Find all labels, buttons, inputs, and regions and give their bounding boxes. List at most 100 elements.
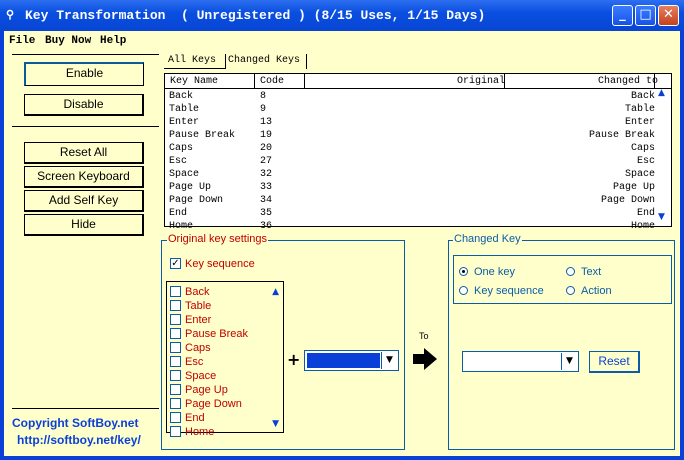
original-key-item[interactable]: Pause Break xyxy=(170,327,248,342)
checkbox-icon[interactable] xyxy=(170,355,181,367)
target-key-dropdown[interactable]: ▼ xyxy=(462,351,579,372)
reset-button[interactable]: Reset xyxy=(589,351,640,373)
cell-key-name: Home xyxy=(169,221,194,232)
scroll-up-icon[interactable]: ▲ xyxy=(272,287,279,297)
copyright-text: Copyright SoftBoy.net xyxy=(12,416,139,430)
window-title: Key Transformation ( Unregistered ) (8/1… xyxy=(25,8,486,23)
header-divider xyxy=(504,74,505,89)
menu-file[interactable]: File xyxy=(9,35,35,47)
cell-code: 27 xyxy=(260,156,273,167)
table-scrollbar[interactable]: ▲ ▼ xyxy=(655,74,671,226)
close-button[interactable]: ✕ xyxy=(658,5,679,26)
cell-code: 19 xyxy=(260,130,273,141)
scroll-down-icon[interactable]: ▼ xyxy=(658,212,665,222)
hide-button[interactable]: Hide xyxy=(24,214,144,236)
left-panel-divider xyxy=(12,126,159,127)
checkbox-icon[interactable] xyxy=(170,327,181,339)
checkbox-icon[interactable] xyxy=(170,299,181,311)
col-original[interactable]: Original xyxy=(457,76,505,87)
key-sequence-checkbox[interactable]: ✓ Key sequence xyxy=(170,257,255,270)
col-key-name[interactable]: Key Name xyxy=(170,76,218,87)
original-key-item[interactable]: Back xyxy=(170,285,209,300)
table-row[interactable]: Space 32 Space xyxy=(165,169,655,182)
cell-key-name: Caps xyxy=(169,143,194,154)
original-key-item[interactable]: Page Up xyxy=(170,383,228,398)
cell-code: 32 xyxy=(260,169,273,180)
tab-all-keys[interactable]: All Keys xyxy=(168,55,216,66)
original-key-item-label: Page Up xyxy=(185,384,228,396)
add-self-key-button[interactable]: Add Self Key xyxy=(24,190,144,212)
checkbox-icon[interactable] xyxy=(170,369,181,381)
table-row[interactable]: Pause Break 19 Pause Break xyxy=(165,130,655,143)
radio-selected-icon xyxy=(459,266,468,276)
modifier-key-dropdown[interactable]: ▼ xyxy=(304,350,399,371)
original-key-item-label: Enter xyxy=(185,314,212,326)
original-key-item[interactable]: Enter xyxy=(170,313,212,328)
table-row[interactable]: Page Up 33 Page Up xyxy=(165,182,655,195)
cell-original: Page Up xyxy=(612,182,655,193)
table-row[interactable]: Table 9 Table xyxy=(165,104,655,117)
cell-code: 8 xyxy=(260,91,267,102)
key-sequence-radio[interactable]: Key sequence xyxy=(459,285,544,297)
cell-code: 20 xyxy=(260,143,273,154)
checkbox-icon[interactable] xyxy=(170,397,181,409)
original-key-item[interactable]: Home xyxy=(170,425,214,440)
menu-help[interactable]: Help xyxy=(100,35,126,47)
table-row[interactable]: Caps 20 Caps xyxy=(165,143,655,156)
original-key-item[interactable]: Table xyxy=(170,299,211,314)
menu-buy-now[interactable]: Buy Now xyxy=(45,35,91,47)
table-row[interactable]: Page Down 34 Page Down xyxy=(165,195,655,208)
original-key-item-label: Caps xyxy=(185,342,211,354)
checked-icon: ✓ xyxy=(170,257,181,269)
reset-all-button[interactable]: Reset All xyxy=(24,142,144,164)
chevron-down-icon[interactable]: ▼ xyxy=(381,352,397,369)
header-divider xyxy=(254,74,255,89)
action-radio[interactable]: Action xyxy=(566,285,612,297)
one-key-radio[interactable]: One key xyxy=(459,266,515,278)
key-app-icon: ⚲ xyxy=(6,8,15,21)
original-key-list[interactable]: Back Table Enter Pause Break Caps Esc Space Pag… xyxy=(166,281,284,438)
enable-button[interactable]: Enable xyxy=(24,62,144,86)
table-row[interactable]: Esc 27 Esc xyxy=(165,156,655,169)
original-key-item[interactable]: Esc xyxy=(170,355,203,370)
table-row[interactable]: End 35 End xyxy=(165,208,655,221)
scroll-up-icon[interactable]: ▲ xyxy=(658,88,665,98)
cell-key-name: Esc xyxy=(169,156,188,167)
chevron-down-icon[interactable]: ▼ xyxy=(561,353,577,370)
checkbox-icon[interactable] xyxy=(170,313,181,325)
original-key-item[interactable]: Space xyxy=(170,369,216,384)
cell-code: 34 xyxy=(260,195,273,206)
scroll-down-icon[interactable]: ▼ xyxy=(272,419,279,429)
original-key-item[interactable]: Caps xyxy=(170,341,211,356)
table-row[interactable]: Back 8 Back xyxy=(165,91,655,104)
col-changed-to[interactable]: Changed to xyxy=(598,76,658,87)
original-key-item-label: Page Down xyxy=(185,398,242,410)
cell-key-name: End xyxy=(169,208,188,219)
website-link[interactable]: http://softboy.net/key/ xyxy=(17,433,141,447)
original-key-settings-label: Original key settings xyxy=(167,233,269,245)
checkbox-icon[interactable] xyxy=(170,285,181,297)
cell-key-name: Back xyxy=(169,91,194,102)
text-radio[interactable]: Text xyxy=(566,266,601,278)
key-sequence-radio-label: Key sequence xyxy=(474,285,544,297)
screen-keyboard-button[interactable]: Screen Keyboard xyxy=(24,166,144,188)
checkbox-icon[interactable] xyxy=(170,425,181,437)
menu-bar: File Buy Now Help xyxy=(4,31,680,51)
checkbox-icon[interactable] xyxy=(170,411,181,423)
maximize-button[interactable]: □ xyxy=(635,5,656,26)
tab-changed-keys[interactable]: Changed Keys xyxy=(228,55,300,66)
checkbox-icon[interactable] xyxy=(170,383,181,395)
cell-key-name: Table xyxy=(169,104,200,115)
all-keys-table[interactable]: Key Name Code Original Changed to Back 8 B… xyxy=(164,73,672,232)
checkbox-icon[interactable] xyxy=(170,341,181,353)
table-row[interactable]: Enter 13 Enter xyxy=(165,117,655,130)
original-key-item[interactable]: End xyxy=(170,411,205,426)
minimize-button[interactable]: _ xyxy=(612,5,633,26)
col-code[interactable]: Code xyxy=(260,76,284,87)
cell-original: Esc xyxy=(636,156,655,167)
disable-button[interactable]: Disable xyxy=(24,94,144,116)
original-key-item[interactable]: Page Down xyxy=(170,397,242,412)
left-panel-bottom-divider xyxy=(12,408,159,409)
title-bar[interactable]: ⚲ Key Transformation ( Unregistered ) (8… xyxy=(0,0,684,31)
cell-code: 33 xyxy=(260,182,273,193)
